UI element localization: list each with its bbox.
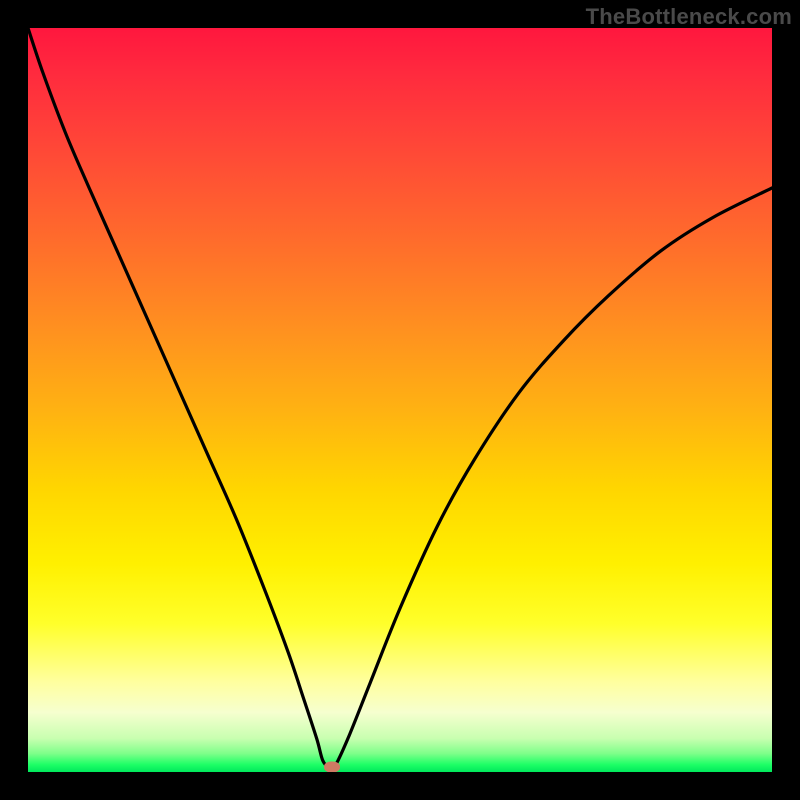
curve-svg xyxy=(28,28,772,772)
bottleneck-curve xyxy=(28,28,772,769)
plot-area xyxy=(28,28,772,772)
watermark-text: TheBottleneck.com xyxy=(586,4,792,30)
chart-frame: TheBottleneck.com xyxy=(0,0,800,800)
optimal-marker xyxy=(324,761,340,772)
